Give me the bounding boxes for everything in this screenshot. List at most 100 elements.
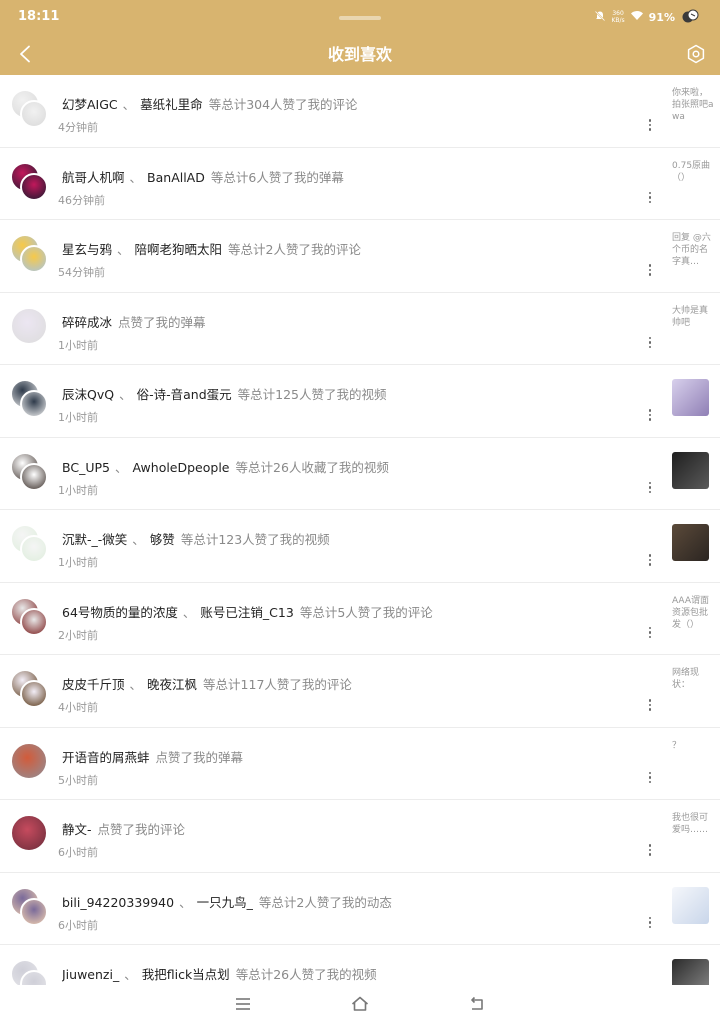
username[interactable]: 碎碎成冰: [62, 315, 112, 330]
avatar[interactable]: [20, 970, 48, 985]
more-vertical-icon[interactable]: [640, 115, 660, 135]
avatar-group[interactable]: [10, 669, 50, 709]
username[interactable]: bili_94220339940: [62, 895, 174, 910]
timestamp: 4小时前: [58, 701, 98, 714]
avatar[interactable]: [10, 306, 48, 345]
username[interactable]: 俗-诗-音and蛋元: [137, 387, 232, 402]
preview-thumbnail[interactable]: [672, 886, 709, 924]
notification-row[interactable]: 沉默-_-微笑、够赞 等总计123人赞了我的视频 1小时前: [0, 510, 720, 583]
notification-row[interactable]: 辰沫QvQ 、俗-诗-音and蛋元 等总计125人赞了我的视频 1小时前: [0, 365, 720, 438]
username[interactable]: BanAllAD: [147, 170, 205, 185]
notification-row[interactable]: 航哥人机啊、 BanAllAD 等总计6人赞了我的弹幕 46分钟前 0.75原曲（）: [0, 148, 720, 220]
more-vertical-icon[interactable]: [640, 405, 660, 425]
action-text: 等总计26人赞了我的视频: [235, 967, 377, 982]
user-separator: 、: [117, 242, 130, 257]
notification-row[interactable]: BC_UP5 、 AwholeDpeople 等总计26人收藏了我的视频 1小时前: [0, 438, 720, 510]
username[interactable]: 晚夜江枫: [147, 677, 197, 692]
avatar-group[interactable]: [10, 379, 50, 419]
username[interactable]: 沉默-_-微笑: [62, 532, 127, 547]
notification-row[interactable]: 碎碎成冰 点赞了我的弹幕 1小时前 大帅是真帅吧: [0, 293, 720, 365]
username[interactable]: 账号已注销_C13: [200, 605, 293, 620]
avatar[interactable]: [20, 897, 48, 926]
more-vertical-icon[interactable]: [640, 913, 660, 933]
preview-text[interactable]: AAA谓面资源包批发（）: [672, 595, 714, 631]
preview-text[interactable]: 你来啦，拍张照吧awa: [672, 87, 714, 123]
more-vertical-icon[interactable]: [640, 550, 660, 570]
username[interactable]: Jiuwenzi_: [62, 967, 119, 982]
timestamp: 46分钟前: [58, 193, 105, 207]
avatar[interactable]: [20, 172, 48, 201]
avatar-group[interactable]: [10, 959, 50, 985]
avatar[interactable]: [20, 390, 48, 418]
avatar[interactable]: [20, 535, 48, 563]
username[interactable]: 星玄与鸦: [62, 242, 112, 257]
avatar-group[interactable]: [10, 741, 50, 782]
avatar[interactable]: [20, 100, 48, 128]
preview-text[interactable]: 回复 @六个币的名字真…: [672, 232, 714, 268]
preview-text[interactable]: 网络现状：: [672, 667, 714, 691]
back-button[interactable]: [10, 39, 40, 69]
notification-row[interactable]: 静文- 点赞了我的评论 6小时前 我也很可爱吗……: [0, 800, 720, 873]
username[interactable]: 一只九鸟_: [197, 895, 253, 910]
avatar-group[interactable]: [10, 306, 50, 347]
notification-row[interactable]: 幻梦AIGC 、墓纸礼里命 等总计304人赞了我的评论 4分钟前 你来啦，拍张照吧awa: [0, 75, 720, 148]
username[interactable]: BC_UP5: [62, 460, 110, 475]
username[interactable]: 陪啊老狗晒太阳: [135, 242, 223, 257]
preview-text[interactable]: ？: [672, 740, 714, 752]
notification-row[interactable]: Jiuwenzi_ 、我把flick当点划 等总计26人赞了我的视频: [0, 945, 720, 985]
settings-button[interactable]: [682, 40, 710, 68]
more-vertical-icon[interactable]: [640, 478, 660, 498]
more-vertical-icon[interactable]: [640, 695, 660, 715]
username[interactable]: 我把flick当点划: [142, 967, 230, 982]
preview-text[interactable]: 我也很可爱吗……: [672, 812, 714, 836]
avatar-group[interactable]: [10, 596, 50, 637]
avatar[interactable]: [20, 245, 48, 273]
preview-thumbnail[interactable]: [672, 379, 709, 416]
notification-list[interactable]: 幻梦AIGC、墓纸礼里命 等总计304人赞了我的评论 4分钟前 你来啦，拍张照吧awa…: [0, 75, 720, 985]
username[interactable]: 皮皮千斤顶: [62, 677, 125, 692]
more-vertical-icon[interactable]: [640, 188, 660, 208]
notification-row[interactable]: 星玄与鸦、陪啊老狗晒太阳 等总计2人赞了我的评论 54分钟前 回复 @六个币的名字真…: [0, 220, 720, 293]
username[interactable]: 够赞: [150, 532, 175, 547]
more-vertical-icon[interactable]: [640, 333, 660, 353]
username[interactable]: 航哥人机啊: [62, 170, 125, 185]
user-separator: 、: [179, 894, 192, 910]
username[interactable]: AwholeDpeople: [133, 460, 230, 475]
avatar[interactable]: [20, 607, 48, 636]
username[interactable]: 64号物质的量的浓度: [62, 605, 178, 620]
home-button[interactable]: [348, 993, 372, 1015]
avatar-group[interactable]: [10, 524, 50, 564]
username[interactable]: 开语音的屑燕蚌: [62, 750, 150, 765]
notification-row[interactable]: 皮皮千斤顶、晚夜江枫 等总计117人赞了我的评论 4小时前 网络现状：: [0, 655, 720, 728]
more-vertical-icon[interactable]: [640, 768, 660, 788]
more-vertical-icon[interactable]: [640, 260, 660, 280]
more-vertical-icon[interactable]: [640, 840, 660, 860]
username[interactable]: 辰沫QvQ: [62, 387, 114, 402]
avatar[interactable]: [10, 814, 48, 852]
username[interactable]: 墓纸礼里命: [140, 97, 203, 112]
avatar-group[interactable]: [10, 886, 50, 927]
notification-title: 碎碎成冰 点赞了我的弹幕: [62, 312, 662, 331]
username[interactable]: 幻梦AIGC: [62, 97, 118, 112]
preview-thumbnail[interactable]: [672, 959, 709, 985]
back-nav-button[interactable]: [465, 993, 489, 1015]
menu-button[interactable]: [231, 993, 255, 1015]
battery-percent: 91%: [648, 10, 675, 24]
notification-row[interactable]: 开语音的屑燕蚌 点赞了我的弹幕 5小时前 ？: [0, 728, 720, 800]
preview-thumbnail[interactable]: [672, 524, 709, 561]
preview-thumbnail[interactable]: [672, 451, 709, 489]
more-vertical-icon[interactable]: [640, 623, 660, 643]
notification-row[interactable]: bili_94220339940 、一只九鸟_ 等总计2人赞了我的动态 6小时前: [0, 873, 720, 945]
avatar-group[interactable]: [10, 234, 50, 274]
preview-text[interactable]: 0.75原曲（）: [672, 160, 714, 184]
avatar[interactable]: [10, 741, 48, 780]
avatar-group[interactable]: [10, 814, 50, 854]
username[interactable]: 静文-: [62, 822, 92, 837]
avatar[interactable]: [20, 680, 48, 708]
avatar[interactable]: [20, 462, 48, 491]
avatar-group[interactable]: [10, 89, 50, 129]
avatar-group[interactable]: [10, 451, 50, 492]
preview-text[interactable]: 大帅是真帅吧: [672, 305, 714, 329]
notification-row[interactable]: 64号物质的量的浓度、账号已注销_C13 等总计5人赞了我的评论 2小时前 AAA谓面…: [0, 583, 720, 655]
avatar-group[interactable]: [10, 161, 50, 202]
